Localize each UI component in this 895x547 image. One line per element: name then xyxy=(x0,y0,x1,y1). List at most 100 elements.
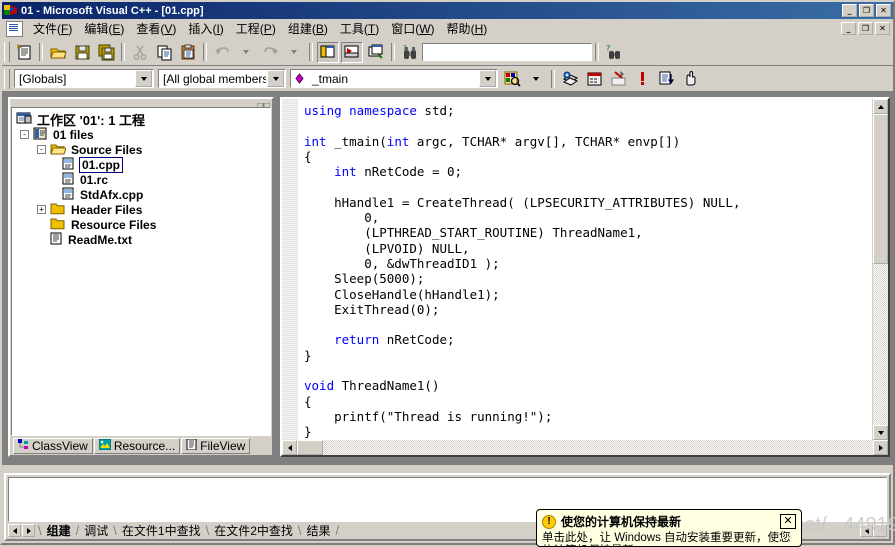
tab-scroll-right-button[interactable] xyxy=(22,524,35,537)
menu-build[interactable]: 组建(B) xyxy=(282,18,334,39)
save-all-button[interactable] xyxy=(95,42,117,63)
vertical-scroll-thumb[interactable] xyxy=(873,114,888,264)
document-icon[interactable] xyxy=(6,20,23,37)
tab-fileview-label: FileView xyxy=(200,439,246,453)
tree-row-stdafx-cpp[interactable]: StdAfx.cpp xyxy=(12,187,270,202)
output-horizontal-scrollbar[interactable] xyxy=(860,524,887,537)
tree-row-01-rc[interactable]: 01.rc xyxy=(12,172,270,187)
code-text[interactable]: using namespace std; int _tmain(int argc… xyxy=(298,99,872,440)
output-tab-results[interactable]: 结果 xyxy=(302,522,336,539)
compile-button[interactable] xyxy=(559,68,581,89)
chevron-down-icon[interactable] xyxy=(135,70,152,87)
toolbar-separator xyxy=(203,43,207,61)
workspace-icon xyxy=(16,111,32,128)
workspace-pane: 工作区 '01': 1 工程 - 01 files - Source Files… xyxy=(8,97,274,457)
output-window-button[interactable] xyxy=(341,41,363,63)
tree-label-stdafx-cpp: StdAfx.cpp xyxy=(80,187,144,202)
menu-file[interactable]: 文件(F) xyxy=(27,18,78,39)
mdi-close-button[interactable]: ✕ xyxy=(875,22,890,35)
scroll-right-button[interactable] xyxy=(873,440,888,455)
output-scroll-left-button[interactable] xyxy=(860,524,873,537)
selection-margin[interactable] xyxy=(282,99,298,440)
tree-row-01-cpp[interactable]: 01.cpp xyxy=(12,156,270,173)
classwizard-button[interactable] xyxy=(501,68,523,89)
horizontal-scroll-track[interactable] xyxy=(323,440,873,455)
folder-icon xyxy=(50,202,66,218)
scroll-left-button[interactable] xyxy=(282,440,297,455)
stop-build-button[interactable] xyxy=(607,68,629,89)
standard-toolbar: ? ? xyxy=(2,39,893,66)
tree-row-project[interactable]: - 01 files xyxy=(12,127,270,142)
close-button[interactable]: ✕ xyxy=(876,4,891,17)
tab-fileview[interactable]: FileView xyxy=(181,438,251,454)
find-button[interactable]: ? xyxy=(603,42,625,63)
chevron-down-icon[interactable] xyxy=(479,70,496,87)
undo-button[interactable] xyxy=(211,42,233,63)
save-button[interactable] xyxy=(71,42,93,63)
workspace-window-button[interactable] xyxy=(317,41,339,63)
scroll-up-button[interactable] xyxy=(873,99,888,114)
open-file-button[interactable] xyxy=(47,42,69,63)
cpp-file-icon xyxy=(62,157,75,173)
output-tab-debug[interactable]: 调试 xyxy=(79,522,113,539)
hand-breakpoint-icon[interactable] xyxy=(679,68,701,89)
menu-window[interactable]: 窗口(W) xyxy=(385,18,440,39)
redo-dropdown-arrow[interactable] xyxy=(283,42,305,63)
tab-classview[interactable]: ClassView xyxy=(13,438,93,454)
copy-button[interactable] xyxy=(153,42,175,63)
editor-vertical-scrollbar[interactable] xyxy=(872,99,888,440)
tree-expander-source-files[interactable]: - xyxy=(37,145,46,154)
vertical-scroll-track[interactable] xyxy=(873,114,888,425)
output-tab-find-in-files-2[interactable]: 在文件2中查找 xyxy=(209,522,298,539)
tree-row-resource-files[interactable]: Resource Files xyxy=(12,217,270,232)
output-scroll-thumb[interactable] xyxy=(873,524,887,537)
output-tab-build[interactable]: 组建 xyxy=(42,522,76,539)
find-input[interactable] xyxy=(422,43,592,61)
tree-expander-project[interactable]: - xyxy=(20,130,29,139)
tab-scroll-left-button[interactable] xyxy=(8,524,21,537)
toolbar-grip[interactable] xyxy=(4,42,10,62)
class-combo[interactable]: [Globals] xyxy=(14,69,154,88)
new-file-button[interactable] xyxy=(13,42,35,63)
execute-exclamation-icon[interactable] xyxy=(631,68,653,89)
menu-project[interactable]: 工程(P) xyxy=(230,18,282,39)
output-tabs: \ 组建 / 调试 \ 在文件1中查找 \ 在文件2中查找 \ 结果 / xyxy=(38,523,339,538)
symbol-combo[interactable]: _tmain xyxy=(290,69,498,88)
workspace-close-icon[interactable] xyxy=(256,99,271,111)
toolbar-grip[interactable] xyxy=(4,68,10,89)
members-combo[interactable]: [All global members xyxy=(158,69,286,88)
symbol-combo-value: _tmain xyxy=(312,71,349,86)
fileview-tree[interactable]: 工作区 '01': 1 工程 - 01 files - Source Files… xyxy=(11,107,271,436)
tab-resourceview[interactable]: Resource... xyxy=(93,438,181,454)
windows-update-balloon[interactable]: ! 使您的计算机保持最新 ✕ 单击此处，让 Windows 自动安装重要更新，使… xyxy=(536,509,802,547)
menu-help[interactable]: 帮助(H) xyxy=(441,18,494,39)
cut-button[interactable] xyxy=(129,42,151,63)
balloon-title: 使您的计算机保持最新 xyxy=(561,515,682,529)
minimize-button[interactable]: _ xyxy=(842,4,857,17)
window-list-button[interactable] xyxy=(365,42,387,63)
classwizard-dropdown-arrow[interactable] xyxy=(525,68,547,89)
mdi-restore-button[interactable]: ❐ xyxy=(858,22,873,35)
mdi-minimize-button[interactable]: _ xyxy=(841,22,856,35)
menu-edit[interactable]: 编辑(E) xyxy=(78,18,130,39)
undo-dropdown-arrow[interactable] xyxy=(235,42,257,63)
balloon-close-button[interactable]: ✕ xyxy=(780,514,796,529)
output-tab-find-in-files-1[interactable]: 在文件1中查找 xyxy=(117,522,206,539)
clipboard-paste-button[interactable] xyxy=(177,42,199,63)
scroll-down-button[interactable] xyxy=(873,425,888,440)
tree-row-workspace[interactable]: 工作区 '01': 1 工程 xyxy=(12,111,270,128)
horizontal-scroll-thumb[interactable] xyxy=(297,440,323,455)
tree-row-source-files[interactable]: - Source Files xyxy=(12,142,270,157)
tree-expander-header-files[interactable]: + xyxy=(37,205,46,214)
menu-insert[interactable]: 插入(I) xyxy=(182,18,229,39)
chevron-down-icon[interactable] xyxy=(267,70,284,87)
go-debug-button[interactable] xyxy=(655,68,677,89)
redo-button[interactable] xyxy=(259,42,281,63)
menu-view[interactable]: 查看(V) xyxy=(130,18,182,39)
restore-button[interactable]: ❐ xyxy=(859,4,874,17)
tree-row-header-files[interactable]: + Header Files xyxy=(12,202,270,217)
binoculars-icon[interactable]: ? xyxy=(399,42,421,63)
menu-tools[interactable]: 工具(T) xyxy=(334,18,385,39)
tree-row-readme-txt[interactable]: ReadMe.txt xyxy=(12,232,270,247)
build-button[interactable] xyxy=(583,68,605,89)
